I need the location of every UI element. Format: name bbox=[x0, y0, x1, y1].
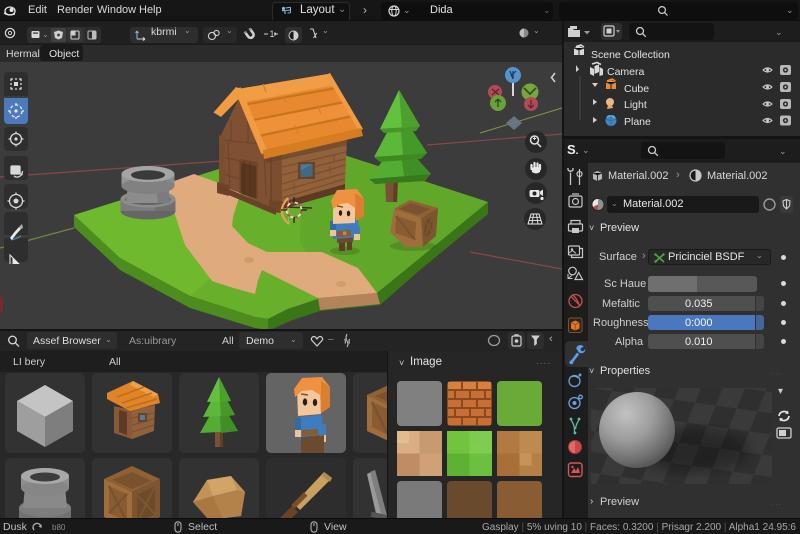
svg-text:1: 1 bbox=[270, 29, 275, 39]
